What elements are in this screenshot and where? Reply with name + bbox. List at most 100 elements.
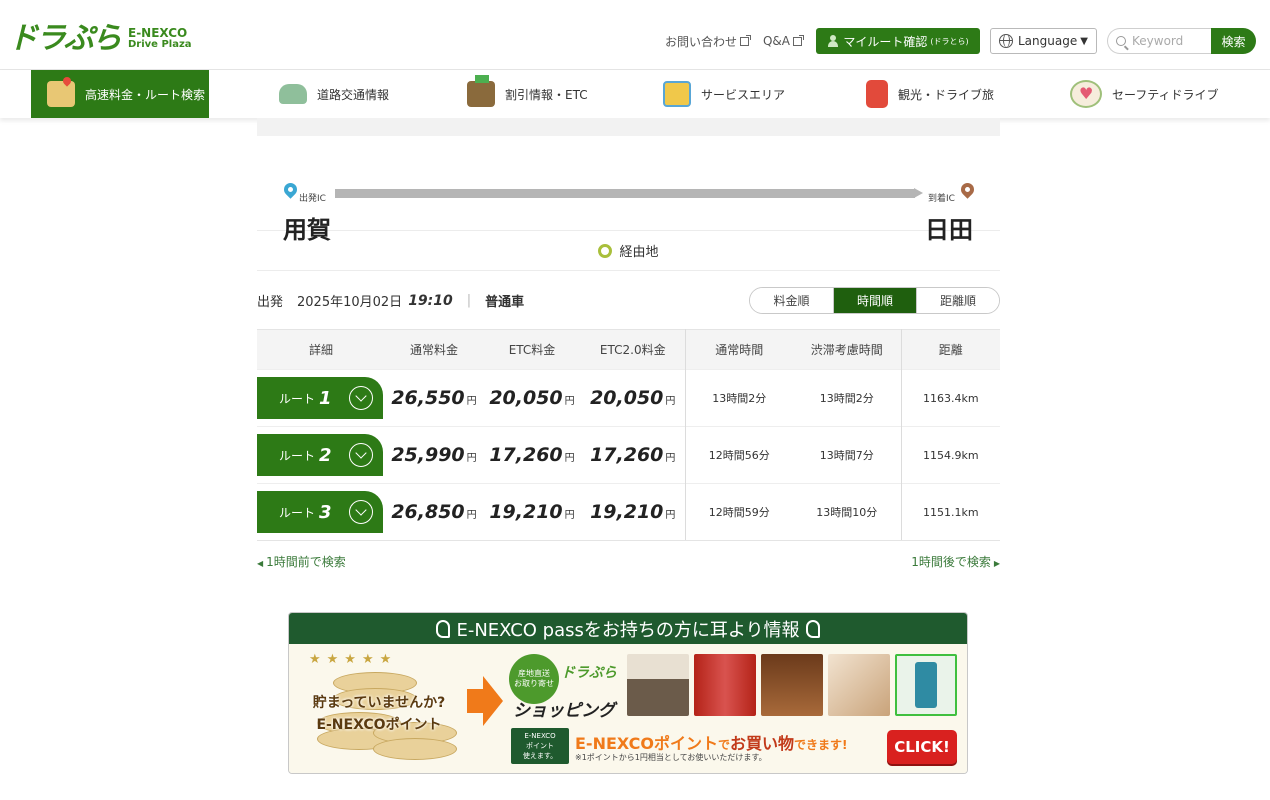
nav-item-service-area[interactable]: サービスエリア — [663, 70, 785, 118]
col-jam-time: 渋滞考慮時間 — [793, 329, 902, 370]
yen-unit: 円 — [665, 510, 676, 521]
yen-unit: 円 — [466, 453, 477, 464]
chevron-down-icon — [349, 443, 373, 467]
normal-fee: 26,550 — [391, 387, 465, 409]
route-1-button[interactable]: ルート 1 — [257, 377, 383, 419]
point-text: E-NEXCOポイントでお買い物できます! — [575, 730, 848, 754]
next-label: 1時間後で検索 — [911, 555, 991, 569]
point-text-1: E-NEXCOポイント — [575, 734, 719, 753]
table-row: ルート 2 25,990 円 17,260 円 17,260 円 12時間56分 13… — [257, 426, 1000, 484]
normal-time: 13時間2分 — [685, 369, 793, 427]
route-2-button[interactable]: ルート 2 — [257, 434, 383, 476]
etc2-fee-cell: 17,260 円 — [581, 426, 686, 484]
product-image — [761, 654, 823, 716]
triangle-left-icon: ◀ — [257, 559, 264, 568]
start-ic-label: 出発IC — [299, 194, 326, 204]
yen-unit: 円 — [564, 396, 575, 407]
suitcase-icon — [866, 80, 888, 108]
route-cell: ルート 1 — [257, 369, 385, 427]
point-text-4: できます! — [794, 738, 848, 752]
chevron-down-icon — [349, 386, 373, 410]
nav-item-safety-drive[interactable]: セーフティドライブ — [1070, 70, 1219, 118]
start-ic-name: 用賀 — [283, 216, 331, 244]
etc2-fee: 20,050 — [590, 387, 664, 409]
etc-fee-cell: 20,050 円 — [483, 369, 581, 427]
col-etc-fee: ETC料金 — [483, 329, 581, 370]
person-icon — [827, 35, 839, 47]
nav-item-label: 道路交通情報 — [317, 87, 390, 102]
product-image — [828, 654, 890, 716]
normal-fee: 25,990 — [391, 444, 465, 466]
route-3-button[interactable]: ルート 3 — [257, 491, 383, 533]
nav-item-route-search[interactable]: 高速料金・ルート検索 — [31, 70, 209, 118]
map-pin-icon — [47, 81, 75, 107]
prev-label: 1時間前で検索 — [266, 555, 346, 569]
product-image — [895, 654, 957, 716]
etc-fee-cell: 19,210 円 — [483, 483, 581, 541]
condition-text: 出発 2025年10月02日 19:10 | 普通車 — [257, 291, 525, 311]
normal-time: 12時間56分 — [685, 426, 793, 484]
language-select[interactable]: Language ▼ — [990, 28, 1097, 54]
shop-badge-line-2: お取り寄せ — [514, 679, 554, 688]
site-logo[interactable]: ドラぷら E-NEXCO Drive Plaza — [8, 22, 192, 56]
wallet-icon — [467, 75, 495, 107]
contact-link[interactable]: お問い合わせ — [665, 33, 751, 50]
table-header-row: 詳細 通常料金 ETC料金 ETC2.0料金 通常時間 渋滞考慮時間 距離 — [257, 329, 1000, 370]
top-band — [257, 118, 1000, 136]
sort-by-distance-button[interactable]: 距離順 — [916, 288, 999, 313]
route-arrow-bar — [335, 188, 923, 198]
point-badge: E-NEXCO ポイント 使えます。 — [511, 728, 569, 764]
search-button[interactable]: 検索 — [1211, 28, 1256, 54]
click-button[interactable]: CLICK! — [887, 730, 957, 764]
nav-item-label: 高速料金・ルート検索 — [85, 87, 206, 102]
logo-main-text: ドラぷら — [8, 21, 122, 56]
ear-icon — [805, 619, 820, 638]
route-number: 1 — [319, 387, 332, 409]
yen-unit: 円 — [564, 510, 575, 521]
coin-text-line-1: 貯まっていませんか? — [312, 695, 446, 711]
search-1h-earlier-link[interactable]: ◀ 1時間前で検索 — [257, 553, 346, 570]
globe-icon — [999, 34, 1013, 48]
start-pin-icon — [281, 180, 300, 199]
nav-item-label: セーフティドライブ — [1112, 87, 1219, 102]
myroute-button[interactable]: マイルート確認 (ドラとら) — [816, 28, 980, 54]
arrow-right-icon — [467, 676, 503, 726]
nav-item-discount-etc[interactable]: 割引情報・ETC — [467, 70, 588, 118]
banner-title: E-NEXCO passをお持ちの方に耳より情報 — [456, 619, 800, 641]
nav-item-label: 割引情報・ETC — [505, 87, 588, 102]
nav-item-label: 観光・ドライブ旅 — [898, 87, 995, 102]
car-icon — [279, 84, 307, 104]
sort-by-time-button[interactable]: 時間順 — [833, 288, 916, 313]
external-link-icon — [793, 34, 804, 46]
route-prefix: ルート — [279, 448, 316, 463]
route-cell: ルート 2 — [257, 426, 385, 484]
search-box — [1107, 28, 1211, 54]
myroute-label: マイルート確認 — [843, 34, 928, 49]
nav-item-traffic[interactable]: 道路交通情報 — [279, 70, 389, 118]
banner-body: ★★★★★ 貯まっていませんか? E-NEXCOポイント 産地直送 お取り寄せ … — [289, 644, 967, 773]
caret-down-icon: ▼ — [1080, 35, 1088, 47]
search-input[interactable] — [1132, 34, 1210, 48]
time-shift-nav: ◀ 1時間前で検索 1時間後で検索 ▶ — [257, 541, 1000, 579]
jam-time: 13時間7分 — [793, 426, 902, 484]
nav-item-sightseeing[interactable]: 観光・ドライブ旅 — [866, 70, 994, 118]
route-number: 2 — [319, 444, 332, 466]
etc-fee: 17,260 — [489, 444, 563, 466]
jam-time: 13時間2分 — [793, 369, 902, 427]
col-etc2-fee: ETC2.0料金 — [581, 329, 686, 370]
promo-banner[interactable]: E-NEXCO passをお持ちの方に耳より情報 ★★★★★ 貯まっていませんか… — [288, 612, 968, 774]
route-table: 詳細 通常料金 ETC料金 ETC2.0料金 通常時間 渋滞考慮時間 距離 ルー… — [257, 329, 1000, 541]
point-text-2: で — [718, 738, 731, 752]
etc2-fee-cell: 19,210 円 — [581, 483, 686, 541]
depart-label: 出発 — [257, 295, 284, 310]
point-badge-line-3: 使えます。 — [522, 752, 558, 760]
coin-stack-illustration: ★★★★★ 貯まっていませんか? E-NEXCOポイント — [297, 652, 457, 764]
depart-date: 2025年10月02日 — [297, 295, 403, 310]
sort-by-price-button[interactable]: 料金順 — [750, 288, 833, 313]
search-1h-later-link[interactable]: 1時間後で検索 ▶ — [911, 553, 1000, 570]
col-normal-fee: 通常料金 — [385, 329, 483, 370]
vehicle-type: 普通車 — [485, 295, 525, 310]
coin-text-line-2: E-NEXCOポイント — [316, 717, 442, 733]
route-prefix: ルート — [279, 505, 316, 520]
qa-link[interactable]: Q&A — [763, 34, 804, 48]
